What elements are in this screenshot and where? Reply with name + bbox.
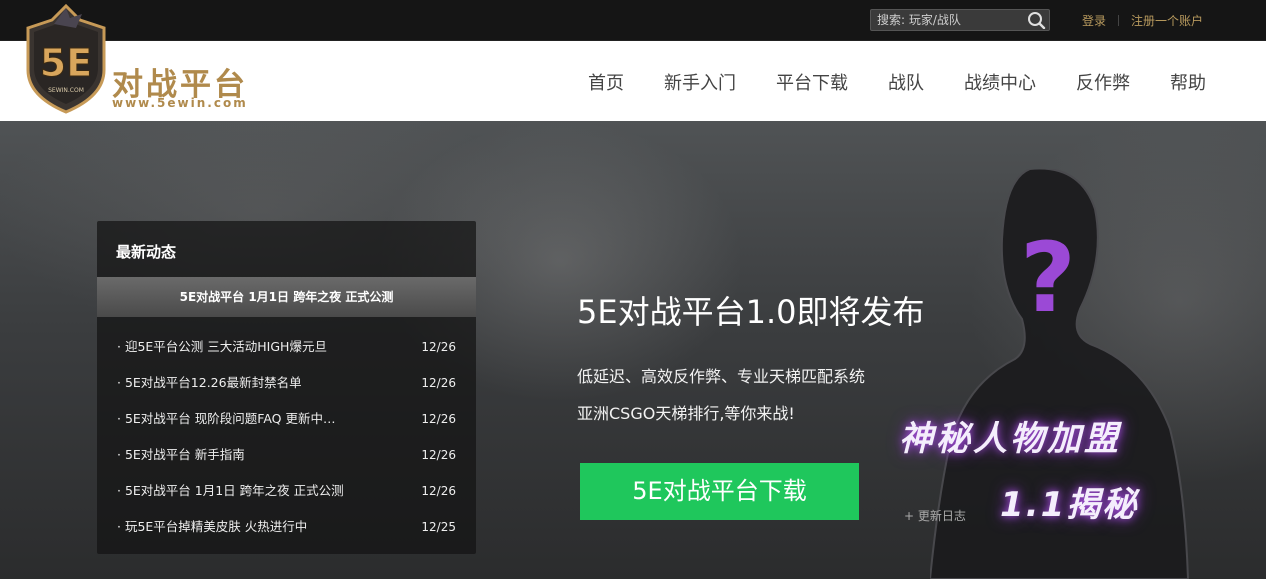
hero-description-line1: 低延迟、高效反作弊、专业天梯匹配系统: [577, 367, 866, 386]
hero-banner: ? 最新动态 5E对战平台 1月1日 跨年之夜 正式公测 · 迎5E平台公测 三…: [0, 121, 1266, 579]
news-item-text: 5E对战平台12.26最新封禁名单: [124, 375, 302, 390]
news-item-text: 5E对战平台 1月1日 跨年之夜 正式公测: [124, 483, 344, 498]
login-link[interactable]: 登录: [1082, 14, 1106, 28]
hero-description-line2: 亚洲CSGO天梯排行,等你来战!: [577, 404, 795, 423]
nav-item-anticheat[interactable]: 反作弊: [1076, 69, 1130, 95]
account-links: 登录 注册一个账户: [1082, 12, 1203, 29]
nav-item-stats[interactable]: 战绩中心: [964, 69, 1036, 95]
news-panel: 最新动态 5E对战平台 1月1日 跨年之夜 正式公测 · 迎5E平台公测 三大活…: [97, 221, 476, 554]
top-bar: 登录 注册一个账户: [0, 0, 1266, 41]
news-title: 最新动态: [116, 243, 177, 261]
news-item-text: 玩5E平台掉精美皮肤 火热进行中: [124, 519, 308, 534]
news-item-date: 12/25: [421, 520, 456, 534]
news-item-text: 迎5E平台公测 三大活动HIGH爆元旦: [124, 339, 327, 354]
news-item-text: 5E对战平台 现阶段问题FAQ 更新中…: [124, 411, 336, 426]
promo-subheadline: 1.1揭秘: [1000, 485, 1139, 525]
nav-item-teams[interactable]: 战队: [888, 69, 924, 95]
logo-badge[interactable]: 5E SEWIN.COM: [24, 3, 108, 114]
nav-item-beginner[interactable]: 新手入门: [664, 69, 736, 95]
divider: [1118, 15, 1120, 26]
search-input[interactable]: [871, 10, 1033, 30]
site-header: 对战平台 www.5ewin.com 首页 新手入门 平台下载 战队 战绩中心 …: [0, 41, 1266, 121]
news-item-date: 12/26: [421, 340, 456, 354]
news-item-text: 5E对战平台 新手指南: [124, 447, 245, 462]
news-item[interactable]: · 5E对战平台 1月1日 跨年之夜 正式公测 12/26: [97, 473, 476, 509]
nav-item-home[interactable]: 首页: [588, 69, 624, 95]
register-link[interactable]: 注册一个账户: [1131, 14, 1203, 28]
search-icon[interactable]: [1027, 11, 1047, 30]
search-box: [870, 9, 1050, 31]
news-featured-item[interactable]: 5E对战平台 1月1日 跨年之夜 正式公测: [97, 277, 476, 317]
news-item-date: 12/26: [421, 448, 456, 462]
logo-badge-small-text: SEWIN.COM: [48, 87, 84, 94]
news-item[interactable]: · 5E对战平台 新手指南 12/26: [97, 437, 476, 473]
promo-headline: 神秘人物加盟: [899, 419, 1121, 459]
news-item-date: 12/26: [421, 412, 456, 426]
news-item[interactable]: · 迎5E平台公测 三大活动HIGH爆元旦 12/26: [97, 329, 476, 365]
nav-item-download[interactable]: 平台下载: [776, 69, 848, 95]
hero-title: 5E对战平台1.0即将发布: [577, 293, 925, 331]
news-item[interactable]: · 5E对战平台 现阶段问题FAQ 更新中… 12/26: [97, 401, 476, 437]
logo-url: www.5ewin.com: [112, 96, 248, 110]
news-item-date: 12/26: [421, 484, 456, 498]
nav-item-help[interactable]: 帮助: [1170, 69, 1206, 95]
news-list: · 迎5E平台公测 三大活动HIGH爆元旦 12/26 · 5E对战平台12.26…: [97, 329, 476, 545]
news-item[interactable]: · 玩5E平台掉精美皮肤 火热进行中 12/25: [97, 509, 476, 545]
news-item-date: 12/26: [421, 376, 456, 390]
logo-badge-text: 5E: [40, 41, 92, 85]
news-item[interactable]: · 5E对战平台12.26最新封禁名单 12/26: [97, 365, 476, 401]
changelog-link[interactable]: + 更新日志: [904, 507, 966, 524]
question-mark-icon: ?: [1020, 222, 1076, 334]
main-nav: 首页 新手入门 平台下载 战队 战绩中心 反作弊 帮助: [548, 69, 1206, 95]
download-button[interactable]: 5E对战平台下载: [580, 463, 859, 520]
